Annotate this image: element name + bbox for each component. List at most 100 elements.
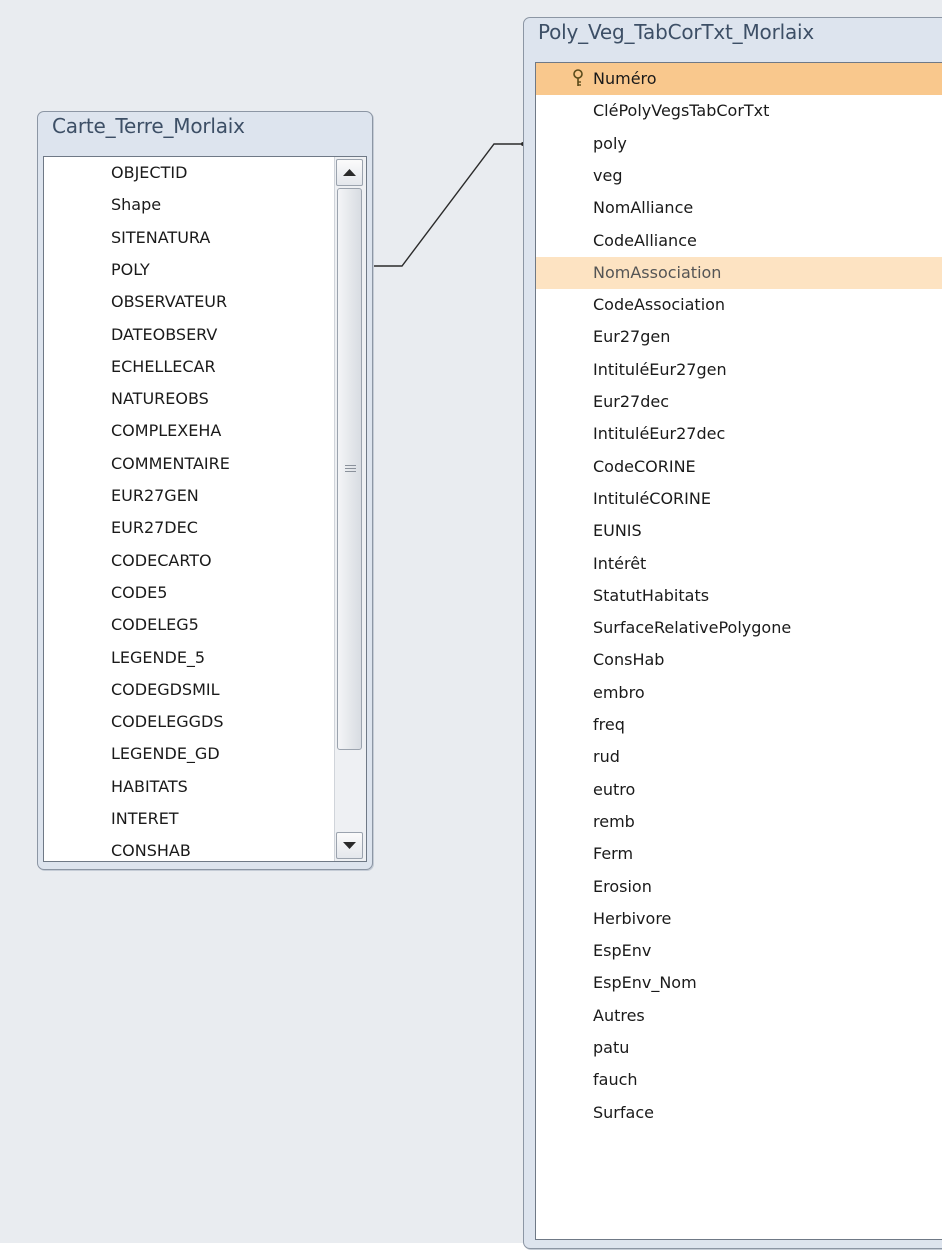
- table-title[interactable]: Carte_Terre_Morlaix: [52, 114, 245, 138]
- scroll-down-button[interactable]: [336, 832, 363, 859]
- field-name: veg: [593, 165, 623, 185]
- field-row[interactable]: Ferm: [536, 838, 942, 870]
- field-row[interactable]: NomAssociation: [536, 256, 942, 289]
- field-row[interactable]: remb: [536, 806, 942, 838]
- field-row[interactable]: LEGENDE_GD: [44, 738, 332, 770]
- field-name: LEGENDE_5: [111, 647, 206, 667]
- field-row[interactable]: IntituléCORINE: [536, 483, 942, 515]
- field-name: LEGENDE_GD: [111, 744, 220, 764]
- field-row[interactable]: Intérêt: [536, 548, 942, 580]
- field-name: Herbivore: [593, 908, 672, 928]
- field-row[interactable]: COMMENTAIRE: [44, 448, 332, 480]
- field-list[interactable]: Numéro CléPolyVegsTabCorTxt poly veg NomAlli…: [535, 62, 942, 1240]
- field-row[interactable]: CodeCORINE: [536, 451, 942, 483]
- field-name: Autres: [593, 1005, 645, 1025]
- field-row[interactable]: IntituléEur27dec: [536, 418, 942, 450]
- field-row[interactable]: CODELEGGDS: [44, 706, 332, 738]
- field-row[interactable]: eutro: [536, 774, 942, 806]
- field-row[interactable]: NomAlliance: [536, 192, 942, 224]
- field-row[interactable]: ConsHab: [536, 644, 942, 676]
- field-name: rud: [593, 747, 620, 767]
- field-name: IntituléEur27dec: [593, 424, 726, 444]
- field-row[interactable]: SurfaceRelativePolygone: [536, 612, 942, 644]
- field-name: Eur27dec: [593, 392, 669, 411]
- field-row[interactable]: EUR27DEC: [44, 512, 332, 544]
- field-row[interactable]: EspEnv_Nom: [536, 967, 942, 999]
- field-row[interactable]: Shape: [44, 189, 332, 221]
- field-name: ECHELLECAR: [111, 356, 216, 376]
- field-row[interactable]: EUR27GEN: [44, 480, 332, 512]
- vertical-scrollbar[interactable]: [334, 157, 366, 861]
- field-name: Shape: [111, 195, 162, 215]
- arrow-down-icon: [343, 842, 356, 849]
- field-name: patu: [593, 1038, 630, 1057]
- field-row[interactable]: ECHELLECAR: [44, 351, 332, 383]
- field-name: CODELEG5: [111, 615, 199, 635]
- field-row[interactable]: LEGENDE_5: [44, 642, 332, 674]
- field-row[interactable]: COMPLEXEHA: [44, 415, 332, 447]
- field-row[interactable]: Eur27dec: [536, 386, 942, 418]
- field-row[interactable]: Autres: [536, 1000, 942, 1032]
- field-name: CODEGDSMIL: [111, 679, 220, 699]
- table-window-carte-terre-morlaix[interactable]: Carte_Terre_Morlaix OBJECTID Shape SITENAT…: [37, 111, 373, 870]
- field-row[interactable]: embro: [536, 677, 942, 709]
- field-row[interactable]: OBSERVATEUR: [44, 286, 332, 318]
- field-list[interactable]: OBJECTID Shape SITENATURA POLY OBSERVATEUR DA…: [43, 156, 367, 862]
- field-row[interactable]: CODECARTO: [44, 545, 332, 577]
- field-row[interactable]: EUNIS: [536, 515, 942, 547]
- table-window-poly-veg-tabcortxt-morlaix[interactable]: Poly_Veg_TabCorTxt_Morlaix Numéro CléPoly…: [523, 17, 942, 1249]
- field-row[interactable]: Erosion: [536, 871, 942, 903]
- field-name: Eur27gen: [593, 327, 671, 347]
- field-row[interactable]: Eur27gen: [536, 321, 942, 353]
- scroll-up-button[interactable]: [336, 159, 363, 186]
- field-row[interactable]: CodeAssociation: [536, 289, 942, 321]
- field-row[interactable]: CODELEG5: [44, 609, 332, 641]
- field-row[interactable]: INTERET: [44, 803, 332, 835]
- field-row[interactable]: POLY: [44, 254, 332, 286]
- field-row[interactable]: CONSHAB: [44, 835, 332, 861]
- grip-icon: [338, 189, 361, 749]
- field-name: SurfaceRelativePolygone: [593, 618, 792, 638]
- scroll-thumb[interactable]: [337, 188, 362, 750]
- field-row[interactable]: Surface: [536, 1097, 942, 1129]
- field-row[interactable]: EspEnv: [536, 935, 942, 967]
- field-row[interactable]: veg: [536, 160, 942, 192]
- field-row[interactable]: DATEOBSERV: [44, 319, 332, 351]
- field-row[interactable]: NATUREOBS: [44, 383, 332, 415]
- field-row[interactable]: CODEGDSMIL: [44, 674, 332, 706]
- field-name: DATEOBSERV: [111, 324, 218, 344]
- field-row[interactable]: rud: [536, 741, 942, 773]
- field-row[interactable]: OBJECTID: [44, 157, 332, 189]
- field-row[interactable]: CODE5: [44, 577, 332, 609]
- field-row[interactable]: Numéro: [536, 63, 942, 95]
- field-name: EspEnv: [593, 941, 652, 961]
- field-name: Erosion: [593, 876, 652, 896]
- field-row[interactable]: fauch: [536, 1064, 942, 1096]
- field-row[interactable]: patu: [536, 1032, 942, 1064]
- field-row[interactable]: IntituléEur27gen: [536, 354, 942, 386]
- field-name: Intérêt: [593, 553, 647, 573]
- field-row[interactable]: SITENATURA: [44, 222, 332, 254]
- field-row[interactable]: Herbivore: [536, 903, 942, 935]
- field-name: Surface: [593, 1102, 654, 1122]
- field-name: CODELEGGDS: [111, 712, 224, 732]
- table-title[interactable]: Poly_Veg_TabCorTxt_Morlaix: [538, 20, 814, 44]
- field-name: CléPolyVegsTabCorTxt: [593, 101, 770, 121]
- field-name: NomAlliance: [593, 198, 694, 218]
- field-row[interactable]: CodeAlliance: [536, 225, 942, 257]
- field-row[interactable]: StatutHabitats: [536, 580, 942, 612]
- field-name: fauch: [593, 1070, 638, 1090]
- key-icon: [573, 69, 583, 86]
- field-name: remb: [593, 811, 635, 831]
- field-row[interactable]: HABITATS: [44, 771, 332, 803]
- field-name: EspEnv_Nom: [593, 973, 697, 993]
- field-row[interactable]: CléPolyVegsTabCorTxt: [536, 95, 942, 127]
- field-name: COMPLEXEHA: [111, 421, 222, 441]
- relationships-canvas: Carte_Terre_Morlaix OBJECTID Shape SITENAT…: [0, 0, 942, 1253]
- field-name: OBJECTID: [111, 163, 188, 182]
- field-name: poly: [593, 133, 627, 153]
- field-row[interactable]: freq: [536, 709, 942, 741]
- field-row[interactable]: poly: [536, 128, 942, 160]
- field-name: COMMENTAIRE: [111, 453, 230, 473]
- field-name: CodeCORINE: [593, 456, 696, 476]
